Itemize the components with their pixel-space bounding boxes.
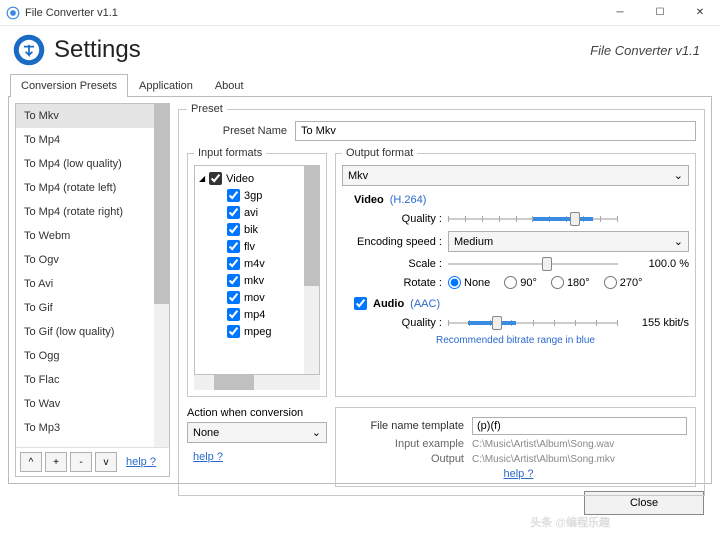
preset-list: To Mkv To Mp4 To Mp4 (low quality) To Mp… — [15, 103, 170, 477]
preset-scrollbar[interactable] — [154, 104, 169, 447]
format-item[interactable]: flv — [199, 238, 315, 255]
format-item[interactable]: mkv — [199, 272, 315, 289]
preset-legend: Preset — [187, 103, 227, 115]
rotate-270[interactable]: 270° — [604, 276, 643, 289]
preset-item[interactable]: To Mp4 (rotate left) — [16, 176, 169, 200]
audio-quality-label: Quality : — [342, 317, 442, 329]
template-output-label: Output — [344, 453, 464, 465]
audio-section-label: Audio — [373, 298, 404, 310]
tab-bar: Conversion Presets Application About — [0, 74, 720, 97]
tab-conversion-presets[interactable]: Conversion Presets — [10, 74, 128, 97]
preset-fieldset: Preset Preset Name Input formats ◢Video … — [178, 103, 705, 496]
scale-slider[interactable] — [448, 255, 618, 273]
app-icon — [6, 6, 20, 20]
audio-quality-slider[interactable] — [448, 314, 618, 332]
encoding-speed-select[interactable]: Medium⌄ — [448, 231, 689, 252]
preset-item[interactable]: To Mp4 (low quality) — [16, 152, 169, 176]
tab-application[interactable]: Application — [128, 74, 204, 97]
input-formats-fieldset: Input formats ◢Video 3gp avi bik flv m4v… — [187, 147, 327, 397]
rotate-none[interactable]: None — [448, 276, 490, 289]
delete-preset-button[interactable]: - — [70, 452, 92, 472]
rotate-90[interactable]: 90° — [504, 276, 537, 289]
chevron-down-icon: ⌄ — [674, 235, 683, 248]
preset-item[interactable]: To Gif — [16, 296, 169, 320]
chevron-down-icon: ⌄ — [674, 169, 683, 182]
rotate-180[interactable]: 180° — [551, 276, 590, 289]
output-format-fieldset: Output format Mkv⌄ Video (H.264) Quality … — [335, 147, 696, 397]
template-help-link[interactable]: help ? — [504, 468, 534, 480]
preset-item[interactable]: To Avi — [16, 272, 169, 296]
watermark: 头条 @编程乐趣 — [530, 514, 610, 530]
preset-item[interactable]: To Wav — [16, 392, 169, 416]
add-preset-button[interactable]: + — [45, 452, 67, 472]
scale-value: 100.0 % — [624, 258, 689, 270]
audio-codec: (AAC) — [410, 298, 440, 310]
rotate-radio-group: None 90° 180° 270° — [448, 276, 642, 289]
preset-name-input[interactable] — [295, 121, 696, 141]
preset-name-label: Preset Name — [187, 125, 287, 137]
format-item[interactable]: mp4 — [199, 306, 315, 323]
tab-content: To Mkv To Mp4 To Mp4 (low quality) To Mp… — [8, 96, 712, 484]
move-down-button[interactable]: v — [95, 452, 117, 472]
window-title: File Converter v1.1 — [25, 7, 600, 19]
action-label: Action when conversion — [187, 407, 327, 419]
template-name-input[interactable] — [472, 417, 687, 435]
h-scrollbar[interactable] — [194, 375, 320, 390]
video-checkbox[interactable] — [209, 172, 222, 185]
format-item[interactable]: bik — [199, 221, 315, 238]
scale-label: Scale : — [342, 258, 442, 270]
close-window-button[interactable]: ✕ — [680, 0, 720, 26]
tab-about[interactable]: About — [204, 74, 255, 97]
preset-item[interactable]: To Ogg — [16, 344, 169, 368]
minimize-button[interactable]: ─ — [600, 0, 640, 26]
template-name-label: File name template — [344, 420, 464, 432]
format-tree: ◢Video 3gp avi bik flv m4v mkv mov mp4 m… — [194, 165, 320, 375]
encoding-speed-label: Encoding speed : — [342, 236, 442, 248]
format-scrollbar[interactable] — [304, 166, 319, 374]
maximize-button[interactable]: ☐ — [640, 0, 680, 26]
template-input-label: Input example — [344, 438, 464, 450]
audio-quality-value: 155 kbit/s — [624, 317, 689, 329]
preset-item[interactable]: To Flac — [16, 368, 169, 392]
video-quality-label: Quality : — [342, 213, 442, 225]
format-item[interactable]: mpeg — [199, 323, 315, 340]
presets-help-link[interactable]: help ? — [126, 456, 156, 468]
action-help-link[interactable]: help ? — [193, 451, 223, 463]
format-item[interactable]: avi — [199, 204, 315, 221]
preset-item[interactable]: To Mp3 — [16, 416, 169, 440]
video-quality-slider[interactable] — [448, 210, 618, 228]
rotate-label: Rotate : — [342, 277, 442, 289]
action-select[interactable]: None⌄ — [187, 422, 327, 443]
settings-icon — [12, 33, 46, 67]
filename-template-box: File name template Input example C:\Musi… — [335, 407, 696, 487]
page-title: Settings — [54, 36, 590, 64]
audio-enable-checkbox[interactable] — [354, 297, 367, 310]
output-format-legend: Output format — [342, 147, 417, 159]
template-input-value: C:\Music\Artist\Album\Song.wav — [472, 439, 614, 450]
preset-item[interactable]: To Webm — [16, 224, 169, 248]
video-codec: (H.264) — [390, 194, 427, 206]
video-section-label: Video — [354, 194, 384, 206]
input-formats-legend: Input formats — [194, 147, 266, 159]
recommended-note: Recommended bitrate range in blue — [342, 335, 689, 346]
output-format-select[interactable]: Mkv⌄ — [342, 165, 689, 186]
chevron-down-icon: ⌄ — [312, 426, 321, 439]
preset-item[interactable]: To Mp4 (rotate right) — [16, 200, 169, 224]
preset-item[interactable]: To Mp4 — [16, 128, 169, 152]
format-item[interactable]: mov — [199, 289, 315, 306]
preset-list-items: To Mkv To Mp4 To Mp4 (low quality) To Mp… — [16, 104, 169, 447]
preset-item[interactable]: To Mkv — [16, 104, 169, 128]
header: Settings File Converter v1.1 — [0, 26, 720, 74]
move-up-button[interactable]: ^ — [20, 452, 42, 472]
format-item[interactable]: m4v — [199, 255, 315, 272]
collapse-icon: ◢ — [199, 174, 205, 183]
page-subtitle: File Converter v1.1 — [590, 43, 700, 58]
template-output-value: C:\Music\Artist\Album\Song.mkv — [472, 454, 615, 465]
tree-root[interactable]: ◢Video — [199, 170, 315, 187]
titlebar: File Converter v1.1 ─ ☐ ✕ — [0, 0, 720, 26]
preset-item[interactable]: To Ogv — [16, 248, 169, 272]
preset-item[interactable]: To Gif (low quality) — [16, 320, 169, 344]
format-item[interactable]: 3gp — [199, 187, 315, 204]
